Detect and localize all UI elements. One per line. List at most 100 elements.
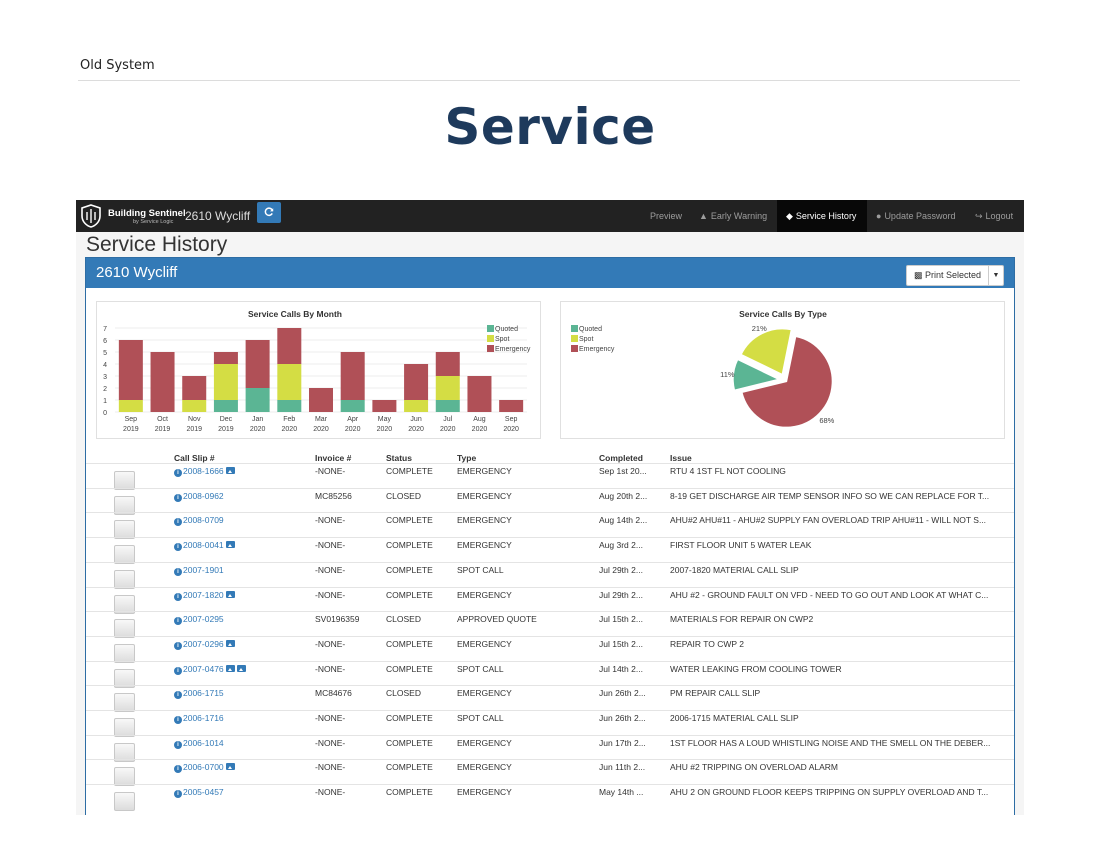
pie-value-label: 11% <box>720 370 735 379</box>
issue-cell: 2007-1820 MATERIAL CALL SLIP <box>670 564 799 575</box>
call-slip-link[interactable]: i 2006-1014 <box>174 738 224 749</box>
col-header-status[interactable]: Status <box>386 453 412 463</box>
info-icon[interactable]: i <box>174 641 182 650</box>
call-slip-link[interactable]: i 2008-0709 <box>174 515 224 527</box>
info-icon[interactable]: i <box>174 543 182 552</box>
x-tick-month: Jul <box>443 416 452 423</box>
nav-update-password[interactable]: ● Update Password <box>876 200 955 232</box>
x-tick-year: 2020 <box>408 426 424 433</box>
call-slip-link[interactable]: i 2006-1716 <box>174 713 224 724</box>
call-slip-number[interactable]: 2006-1715 <box>183 688 224 698</box>
table-row: i 2006-1014 -NONE- COMPLETE EMERGENCY Jun 17t… <box>86 734 1014 762</box>
col-header-call-slip[interactable]: Call Slip # <box>174 453 215 463</box>
call-slip-link[interactable]: i 2007-1901 <box>174 565 224 576</box>
info-icon[interactable]: i <box>174 617 182 626</box>
col-header-issue[interactable]: Issue <box>670 453 692 463</box>
x-tick-year: 2020 <box>503 426 519 433</box>
picture-icon[interactable] <box>225 664 235 672</box>
invoice-cell: MC85256 <box>315 490 352 501</box>
info-icon[interactable]: i <box>174 765 182 774</box>
call-slip-number[interactable]: 2008-0041 <box>183 540 224 550</box>
info-icon[interactable]: i <box>174 592 182 601</box>
call-slip-link[interactable]: i 2006-1715 <box>174 688 224 700</box>
type-cell: EMERGENCY <box>457 688 512 699</box>
bar-segment-emergency <box>309 388 333 412</box>
info-icon[interactable]: i <box>174 567 182 576</box>
x-tick-year: 2020 <box>345 426 361 433</box>
call-slip-number[interactable]: 2006-0700 <box>183 762 224 772</box>
nav-early-warning[interactable]: ▲ Early Warning <box>699 200 767 232</box>
nav-logout-label: Logout <box>985 211 1014 221</box>
x-tick-year: 2020 <box>377 426 393 433</box>
print-selected-button[interactable]: ▩ Print Selected <box>906 265 989 286</box>
call-slip-link[interactable]: i 2007-0295 <box>174 614 224 626</box>
info-icon[interactable]: i <box>174 493 182 502</box>
nav-preview-label: Preview <box>650 211 683 221</box>
call-slip-number[interactable]: 2005-0457 <box>183 787 224 797</box>
calls-by-month-chart: Service Calls By Month 0 1 2 3 4 5 6 7 Sep 2019 Oct… <box>96 301 541 439</box>
call-slip-number[interactable]: 2007-1820 <box>183 590 224 600</box>
status-cell: COMPLETE <box>386 589 433 600</box>
col-header-completed[interactable]: Completed <box>599 453 643 463</box>
picture-icon[interactable] <box>225 639 235 647</box>
user-icon: ● <box>876 211 882 221</box>
call-slip-number[interactable]: 2007-1901 <box>183 565 224 575</box>
bar-segment-spot <box>404 400 429 412</box>
issue-cell: 1ST FLOOR HAS A LOUD WHISTLING NOISE AND… <box>670 737 991 748</box>
call-slip-link[interactable]: i 2008-0041 <box>174 540 235 552</box>
call-slip-link[interactable]: i 2007-1820 <box>174 590 235 601</box>
call-slip-number[interactable]: 2006-1014 <box>183 738 224 748</box>
picture-icon[interactable] <box>225 541 235 549</box>
col-header-type[interactable]: Type <box>457 453 476 463</box>
picture-icon[interactable] <box>225 467 235 474</box>
y-tick-label: 5 <box>103 350 107 357</box>
picture-icon[interactable] <box>225 763 235 771</box>
refresh-button[interactable] <box>257 202 281 223</box>
nav-service-history[interactable]: ◆ Service History <box>777 200 867 232</box>
legend-label-quoted: Quoted <box>495 326 518 333</box>
call-slip-link[interactable]: i 2008-0962 <box>174 491 224 502</box>
info-icon[interactable]: i <box>174 790 182 799</box>
call-slip-link[interactable]: i 2007-0476 <box>174 664 246 675</box>
bar-segment-emergency <box>340 352 365 400</box>
call-slip-link[interactable]: i 2006-0700 <box>174 762 235 774</box>
status-cell: CLOSED <box>386 614 421 625</box>
x-tick-month: Apr <box>347 416 359 423</box>
picture-icon[interactable] <box>225 590 235 598</box>
bar-segment-spot <box>182 400 207 412</box>
info-icon[interactable]: i <box>174 666 182 675</box>
header-divider <box>78 80 1020 81</box>
type-cell: SPOT CALL <box>457 663 504 674</box>
panel-title: 2610 Wycliff <box>96 264 178 281</box>
picture-icon[interactable] <box>236 664 246 672</box>
call-slip-number[interactable]: 2008-1666 <box>183 466 224 476</box>
issue-cell: AHU #2 TRIPPING ON OVERLOAD ALARM <box>670 762 838 773</box>
call-slip-number[interactable]: 2006-1716 <box>183 713 224 723</box>
table-row: i 2006-1716 -NONE- COMPLETE SPOT CALL Jun 26t… <box>86 710 1014 737</box>
completed-cell: Jun 26th 2... <box>599 713 646 723</box>
info-icon[interactable]: i <box>174 716 182 724</box>
print-options-dropdown[interactable]: ▼ <box>988 265 1004 286</box>
row-select-checkbox[interactable] <box>114 792 135 812</box>
call-slip-link[interactable]: i 2007-0296 <box>174 639 235 650</box>
call-slip-number[interactable]: 2007-0296 <box>183 639 224 649</box>
x-tick-year: 2020 <box>313 426 329 433</box>
info-icon[interactable]: i <box>174 469 182 477</box>
col-header-invoice[interactable]: Invoice # <box>315 453 351 463</box>
call-slip-link[interactable]: i 2008-1666 <box>174 466 235 477</box>
call-slip-number[interactable]: 2008-0962 <box>183 491 224 501</box>
bar-segment-emergency <box>182 376 207 400</box>
old-system-link[interactable]: Old System <box>80 58 155 73</box>
type-cell: EMERGENCY <box>457 762 512 773</box>
bar-segment-emergency <box>372 400 397 412</box>
issue-cell: AHU 2 ON GROUND FLOOR KEEPS TRIPPING ON … <box>670 787 989 798</box>
info-icon[interactable]: i <box>174 740 182 749</box>
table-row: i 2007-1901 -NONE- COMPLETE SPOT CALL Jul 29t… <box>86 561 1014 589</box>
nav-logout[interactable]: ↪ Logout <box>975 200 1013 232</box>
info-icon[interactable]: i <box>174 518 182 527</box>
call-slip-number[interactable]: 2008-0709 <box>183 515 224 525</box>
info-icon[interactable]: i <box>174 691 182 700</box>
call-slip-link[interactable]: i 2005-0457 <box>174 787 224 799</box>
call-slip-number[interactable]: 2007-0476 <box>183 664 224 674</box>
call-slip-number[interactable]: 2007-0295 <box>183 614 224 624</box>
